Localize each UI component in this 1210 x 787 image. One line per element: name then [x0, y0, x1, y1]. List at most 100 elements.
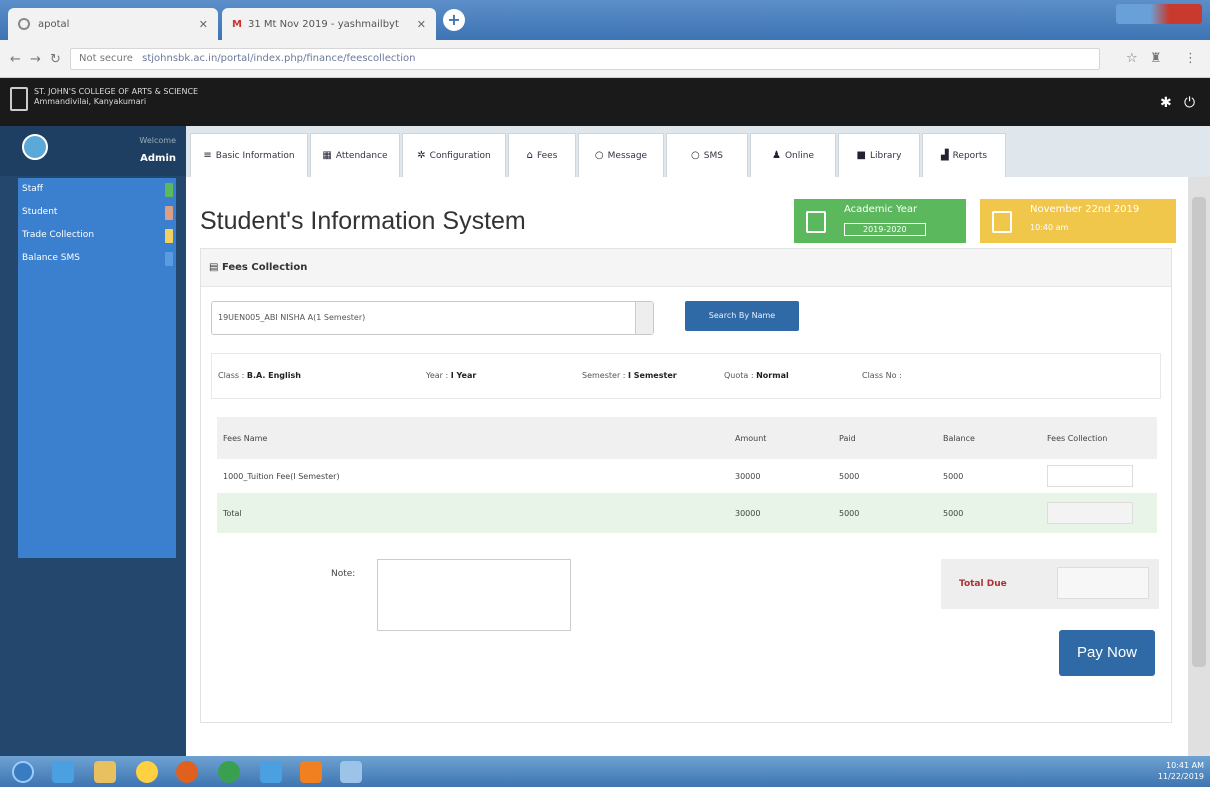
note-textarea[interactable] [377, 559, 571, 631]
gear-icon: ✲ [417, 150, 426, 161]
start-button[interactable] [12, 761, 34, 783]
tab-library[interactable]: ■ Library [838, 133, 920, 177]
sidebar-item-staff[interactable]: Staff [18, 178, 176, 201]
total-due-box: Total Due [941, 559, 1159, 609]
forward-arrow-icon[interactable]: → [30, 52, 41, 67]
window-controls[interactable] [1116, 4, 1202, 24]
semester-info: Semester : I Semester [582, 371, 677, 380]
total-due-label: Total Due [959, 579, 1007, 589]
paint-icon[interactable] [340, 761, 362, 783]
table-row: 1000_Tuition Fee(I Semester) 30000 5000 … [217, 459, 1157, 493]
user-name: Admin [140, 153, 176, 164]
user-icon: ♟ [772, 150, 781, 161]
class-no-info: Class No : [862, 371, 902, 380]
close-tab-icon[interactable]: ✕ [199, 18, 208, 31]
module-tabs: ≡ Basic Information ▦ Attendance ✲ Confi… [190, 133, 1008, 177]
date-tile: November 22nd 2019 10:40 am [980, 199, 1176, 243]
tab-attendance[interactable]: ▦ Attendance [310, 133, 400, 177]
student-select[interactable]: 19UEN005_ABI NISHA A(1 Semester) [211, 301, 654, 335]
student-info: Class : B.A. English Year : I Year Semes… [211, 353, 1161, 399]
browser-tab-gmail[interactable]: M 31 Mt Nov 2019 - yashmailbyt ✕ [222, 8, 436, 40]
tab-basic-information[interactable]: ≡ Basic Information [190, 133, 308, 177]
close-tab-icon[interactable]: ✕ [417, 18, 426, 31]
settings-icon[interactable]: ✱ [1160, 95, 1172, 111]
scrollbar-thumb[interactable] [1192, 197, 1206, 667]
power-icon[interactable]: ⏻ [1184, 95, 1195, 111]
new-tab-button[interactable]: + [443, 9, 465, 31]
media-icon[interactable] [136, 761, 158, 783]
app-header: ST. JOHN'S COLLEGE OF ARTS & SCIENCE Amm… [0, 78, 1210, 126]
list-icon: ≡ [203, 150, 212, 161]
column-header: Balance [937, 417, 1041, 459]
user-panel: Welcome Admin [0, 126, 186, 176]
college-name: ST. JOHN'S COLLEGE OF ARTS & SCIENCE Amm… [34, 87, 199, 106]
ie-icon[interactable] [52, 761, 74, 783]
extension-icon[interactable]: ♜ [1150, 51, 1162, 66]
total-amount: 30000 [729, 493, 833, 533]
status-badge [165, 252, 173, 266]
sidebar-menu: Staff Student Trade Collection Balance S… [18, 178, 176, 558]
status-badge [165, 229, 173, 243]
fee-amount: 30000 [735, 471, 761, 481]
tab-message[interactable]: ○ Message [578, 133, 664, 177]
url-field[interactable]: Not secure stjohnsbk.ac.in/portal/index.… [70, 48, 1100, 70]
system-clock[interactable]: 10:41 AM 11/22/2019 [1158, 760, 1204, 782]
column-header: Paid [833, 417, 937, 459]
sidebar-item-student[interactable]: Student [18, 201, 176, 224]
browser-tab-bar: apotal ✕ M 31 Mt Nov 2019 - yashmailbyt … [0, 0, 1210, 40]
main-content: Student's Information System Academic Ye… [186, 177, 1188, 756]
star-icon[interactable]: ☆ [1126, 51, 1138, 66]
total-collection-field [1047, 502, 1133, 524]
search-by-name-button[interactable]: Search By Name [685, 301, 799, 331]
welcome-text: Welcome [139, 136, 176, 145]
fees-collection-panel: ▤ Fees Collection 19UEN005_ABI NISHA A(1… [200, 248, 1172, 723]
firefox-icon[interactable] [176, 761, 198, 783]
page-title: Student's Information System [200, 207, 526, 235]
sidebar-item-trade-collection[interactable]: Trade Collection [18, 224, 176, 247]
chat-icon: ○ [691, 150, 700, 161]
fees-table: Fees Name Amount Paid Balance Fees Colle… [217, 417, 1157, 533]
sidebar: Welcome Admin Staff Student Trade Collec… [0, 126, 186, 756]
taskbar: 10:41 AM 11/22/2019 [0, 756, 1210, 787]
total-due-field [1057, 567, 1149, 599]
column-header: Fees Collection [1041, 417, 1157, 459]
tab-sms[interactable]: ○ SMS [666, 133, 748, 177]
fee-collection-input[interactable] [1047, 465, 1133, 487]
reload-icon[interactable]: ↻ [50, 52, 61, 67]
total-label: Total [217, 493, 729, 533]
total-balance: 5000 [937, 493, 1041, 533]
address-bar: ← → ↻ Not secure stjohnsbk.ac.in/portal/… [0, 40, 1210, 78]
security-indicator[interactable]: Not secure [79, 53, 133, 64]
total-paid: 5000 [833, 493, 937, 533]
tab-configuration[interactable]: ✲ Configuration [402, 133, 506, 177]
tab-title: 31 Mt Nov 2019 - yashmailbyt [247, 18, 399, 30]
tab-reports[interactable]: ▟ Reports [922, 133, 1006, 177]
back-arrow-icon[interactable]: ← [10, 52, 21, 67]
tab-online[interactable]: ♟ Online [750, 133, 836, 177]
sidebar-item-balance-sms[interactable]: Balance SMS [18, 247, 176, 270]
browser-tab-portal[interactable]: apotal ✕ [8, 8, 218, 40]
book-icon: ■ [856, 150, 866, 161]
academic-year-value[interactable]: 2019-2020 [844, 223, 926, 236]
calendar-icon [992, 211, 1012, 233]
pay-now-button[interactable]: Pay Now [1059, 630, 1155, 676]
chart-icon: ▟ [940, 150, 949, 161]
academic-year-tile[interactable]: Academic Year 2019-2020 [794, 199, 966, 243]
scrollbar[interactable] [1188, 177, 1210, 756]
app-icon[interactable] [260, 761, 282, 783]
column-header: Amount [729, 417, 833, 459]
gmail-icon: M [232, 18, 242, 30]
menu-dots-icon[interactable]: ⋮ [1184, 51, 1197, 66]
table-header-row: Fees Name Amount Paid Balance Fees Colle… [217, 417, 1157, 459]
document-icon: ▤ [209, 262, 222, 273]
chat-icon: ○ [594, 150, 604, 161]
folder-icon[interactable] [94, 761, 116, 783]
tab-fees[interactable]: ⌂ Fees [508, 133, 576, 177]
url-text: stjohnsbk.ac.in/portal/index.php/finance… [142, 53, 416, 64]
note-label: Note: [331, 569, 356, 579]
date-label: November 22nd 2019 [1030, 204, 1140, 215]
vlc-icon[interactable] [300, 761, 322, 783]
chrome-icon[interactable] [218, 761, 240, 783]
globe-icon [18, 18, 30, 30]
chevron-down-icon[interactable] [635, 302, 653, 334]
